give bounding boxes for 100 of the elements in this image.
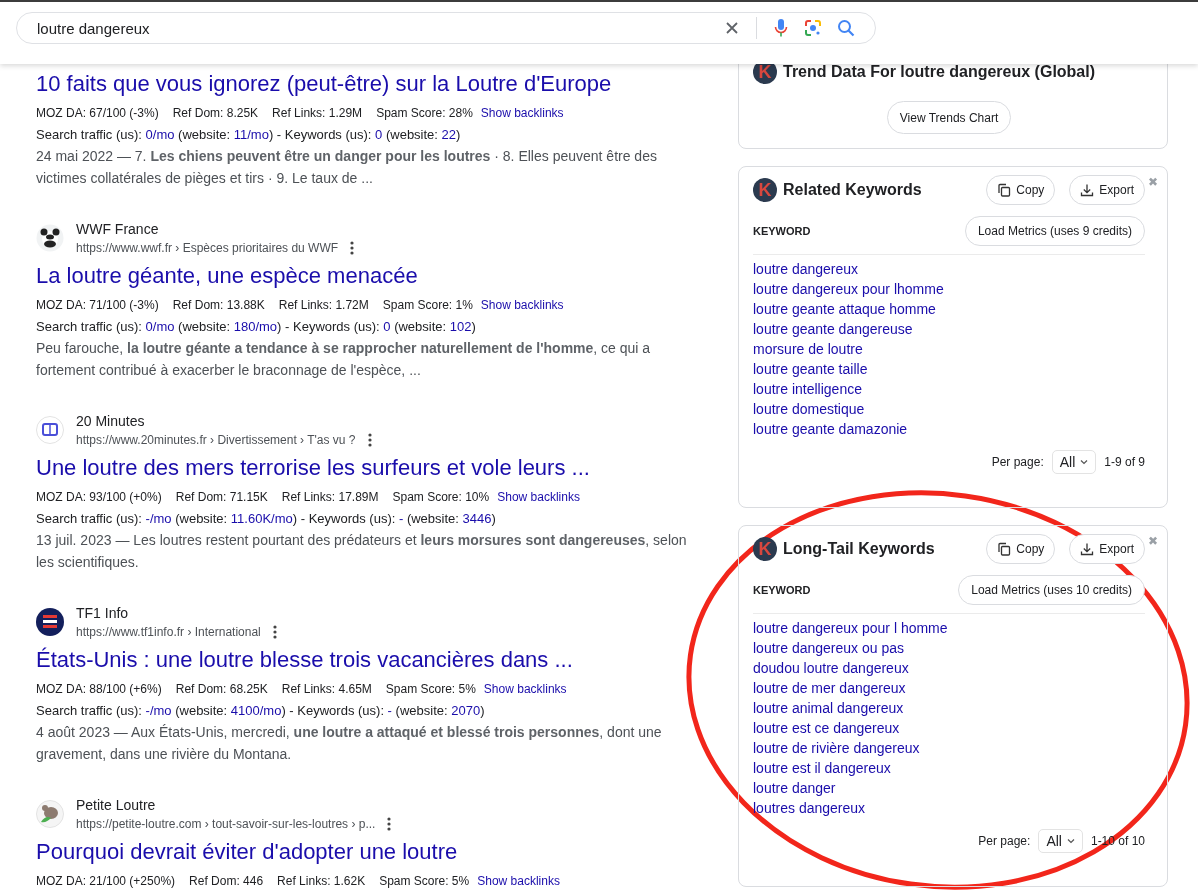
keyword-link[interactable]: morsure de loutre bbox=[753, 339, 863, 359]
page-range: 1-9 of 9 bbox=[1104, 455, 1145, 469]
keyword-link[interactable]: loutre dangereux pour l homme bbox=[753, 618, 948, 638]
keyword-link[interactable]: loutre geante dangereuse bbox=[753, 319, 913, 339]
metric-text: Ref Links: 1.72M bbox=[278, 297, 369, 314]
metric-link[interactable]: -/mo bbox=[145, 703, 172, 718]
keyword-link[interactable]: loutre de mer dangereux bbox=[753, 678, 906, 698]
metric-link[interactable]: 11.60K/mo bbox=[230, 511, 293, 526]
keyword-link[interactable]: loutre geante damazonie bbox=[753, 419, 908, 439]
keyword-link[interactable]: loutre est ce dangereux bbox=[753, 718, 900, 738]
panel-title: Related Keywords bbox=[783, 181, 922, 199]
metric-link[interactable]: 0/mo bbox=[145, 319, 175, 334]
keyword-link[interactable]: loutre dangereux pour lhomme bbox=[753, 279, 944, 299]
traffic-line: Search traffic (us): -/mo (website: 11.60K/mo) - Keywords (us): - (website: 3446) bbox=[36, 510, 497, 528]
site-logo-icon bbox=[36, 800, 64, 828]
keyword-link[interactable]: loutre dangereux bbox=[753, 259, 859, 279]
keyword-link[interactable]: loutre de rivière dangereux bbox=[753, 738, 920, 758]
clear-icon bbox=[724, 20, 740, 36]
export-button[interactable]: Export bbox=[1069, 534, 1145, 564]
site-name: Petite Loutre bbox=[76, 796, 157, 815]
column-header: KEYWORD bbox=[753, 225, 811, 237]
keyword-link[interactable]: loutre geante taille bbox=[753, 359, 868, 379]
metric-text: Spam Score: 5% bbox=[379, 873, 470, 890]
per-page-label: Per page: bbox=[991, 455, 1044, 469]
keyword-link[interactable]: loutre domestique bbox=[753, 399, 865, 419]
keyword-link[interactable]: loutre danger bbox=[753, 778, 836, 798]
metric-link[interactable]: 0 bbox=[383, 319, 391, 334]
copy-button[interactable]: Copy bbox=[986, 534, 1056, 564]
metric-text: Ref Dom: 68.25K bbox=[175, 681, 268, 698]
metric-text: Spam Score: 28% bbox=[376, 105, 473, 122]
metric-link[interactable]: 3446 bbox=[462, 511, 492, 526]
keyword-link[interactable]: doudou loutre dangereux bbox=[753, 658, 909, 678]
metric-link[interactable]: 22 bbox=[441, 127, 457, 142]
metric-link[interactable]: 0/mo bbox=[145, 127, 175, 142]
camera-icon bbox=[803, 18, 823, 38]
backlinks-link[interactable]: Show backlinks bbox=[483, 679, 567, 700]
site-name: TF1 Info bbox=[76, 604, 130, 623]
more-icon bbox=[272, 624, 277, 640]
metric-text: Ref Links: 1.29M bbox=[272, 105, 363, 122]
site-url: https://www.tf1info.fr › International bbox=[76, 624, 261, 641]
site-logo-icon bbox=[36, 608, 64, 636]
site-logo-icon bbox=[36, 224, 64, 252]
metric-link[interactable]: - bbox=[387, 703, 392, 718]
metric-link[interactable]: -/mo bbox=[145, 511, 172, 526]
result-title-link[interactable]: 10 faits que vous ignorez (peut-être) sur la Loutre d'Europe bbox=[36, 71, 612, 96]
per-page-select[interactable]: All bbox=[1038, 829, 1083, 853]
site-name: WWF France bbox=[76, 220, 160, 239]
export-button[interactable]: Export bbox=[1069, 175, 1145, 205]
result-snippet: 24 mai 2022 — 7. Les chiens peuvent être un danger pour les loutres · 8. Elles peuvent être des victimes collatérales de pièges et tirs · 9. Le taux de ... bbox=[36, 147, 658, 188]
result-snippet: 4 août 2023 — Aux États-Unis, mercredi, une loutre a attaqué et blessé trois personnes, dont une gravement, dans une rivière du Montana. bbox=[36, 723, 663, 764]
more-icon bbox=[387, 816, 392, 832]
backlinks-link[interactable]: Show backlinks bbox=[477, 871, 560, 892]
search-icon bbox=[837, 19, 855, 37]
result-snippet: Peu farouche, la loutre géante a tendance à se rapprocher naturellement de l'homme, ce qui a fortement contribué à exacerber le braconnage de l'espèce, ... bbox=[36, 339, 652, 380]
site-url: https://www.20minutes.fr › Divertissement › T'as vu ? bbox=[76, 432, 356, 449]
per-page-select[interactable]: All bbox=[1051, 450, 1097, 474]
metric-text: Spam Score: 1% bbox=[382, 297, 473, 314]
more-icon bbox=[367, 432, 372, 448]
metric-text: MOZ DA: 71/100 (-3%) bbox=[36, 297, 159, 314]
metric-link[interactable]: 0 bbox=[375, 127, 383, 142]
keyword-link[interactable]: loutre animal dangereux bbox=[753, 698, 904, 718]
panel-title: Long-Tail Keywords bbox=[783, 540, 935, 558]
metric-link[interactable]: 102 bbox=[449, 319, 472, 334]
traffic-line: Search traffic (us): 0/mo (website: 11/mo) - Keywords (us): 0 (website: 22) bbox=[36, 126, 462, 144]
metric-text: Ref Links: 1.62K bbox=[277, 873, 366, 890]
load-metrics-button[interactable]: Load Metrics (uses 10 credits) bbox=[958, 575, 1145, 605]
result-title-link[interactable]: La loutre géante, une espèce menacée bbox=[36, 263, 418, 288]
result-title-link[interactable]: Pourquoi devrait éviter d'adopter une loutre bbox=[36, 839, 458, 864]
backlinks-link[interactable]: Show backlinks bbox=[480, 295, 564, 316]
site-logo-icon bbox=[36, 416, 64, 444]
metric-text: Ref Links: 4.65M bbox=[281, 681, 372, 698]
per-page-label: Per page: bbox=[978, 834, 1031, 848]
metric-link[interactable]: 11/mo bbox=[233, 127, 269, 142]
backlinks-link[interactable]: Show backlinks bbox=[497, 487, 580, 508]
caret-icon bbox=[1066, 838, 1075, 844]
column-header: KEYWORD bbox=[753, 584, 811, 596]
metric-text: Ref Dom: 8.25K bbox=[172, 105, 259, 122]
view-chart-button[interactable]: View Trends Chart bbox=[886, 101, 1012, 134]
metric-link[interactable]: - bbox=[398, 511, 404, 526]
result-title-link[interactable]: Une loutre des mers terrorise les surfeurs et vole leurs ... bbox=[36, 455, 590, 480]
result-title-link[interactable]: États-Unis : une loutre blesse trois vacancières dans ... bbox=[36, 647, 573, 672]
metric-text: Spam Score: 5% bbox=[385, 681, 476, 698]
brand-logo: K bbox=[753, 178, 777, 202]
brand-logo: K bbox=[753, 537, 777, 561]
keyword-link[interactable]: loutre dangereux ou pas bbox=[753, 638, 904, 658]
keyword-link[interactable]: loutre geante attaque homme bbox=[753, 299, 936, 319]
site-name: 20 Minutes bbox=[76, 412, 146, 431]
keyword-link[interactable]: loutre est il dangereux bbox=[753, 758, 891, 778]
metric-link[interactable]: 180/mo bbox=[233, 319, 278, 334]
metric-text: Spam Score: 10% bbox=[392, 489, 490, 506]
metric-link[interactable]: 2070 bbox=[451, 703, 481, 718]
keyword-link[interactable]: loutre intelligence bbox=[753, 379, 862, 399]
keyword-link[interactable]: loutres dangereux bbox=[753, 798, 866, 818]
backlinks-link[interactable]: Show backlinks bbox=[480, 103, 564, 124]
copy-button[interactable]: Copy bbox=[986, 175, 1056, 205]
traffic-line: Search traffic (us): 0/mo (website: 180/mo) - Keywords (us): 0 (website: 102) bbox=[36, 318, 477, 336]
load-metrics-button[interactable]: Load Metrics (uses 9 credits) bbox=[964, 216, 1145, 246]
metric-text: MOZ DA: 21/100 (+250%) bbox=[36, 873, 176, 890]
metric-link[interactable]: 4100/mo bbox=[230, 703, 282, 718]
metric-text: Ref Dom: 71.15K bbox=[175, 489, 268, 506]
